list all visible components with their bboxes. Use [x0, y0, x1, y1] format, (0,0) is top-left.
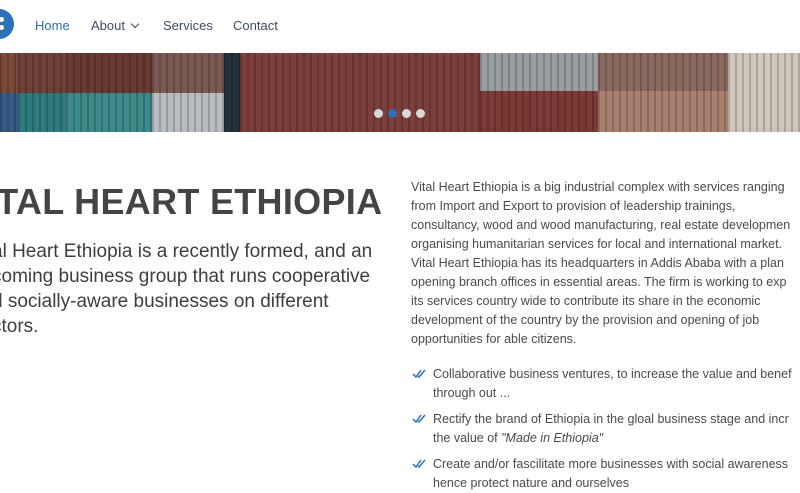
- double-check-icon: [412, 414, 426, 424]
- feature-text: Create and/or fascilitate more businesse…: [433, 457, 789, 471]
- nav-contact-link[interactable]: Contact: [233, 18, 278, 33]
- feature-text-line: the value of "Made in Ethiopia": [433, 429, 789, 448]
- container-image: [18, 93, 66, 132]
- nav-about-label: About: [91, 18, 125, 33]
- about-line: organising humanitarian services for loc…: [411, 237, 783, 251]
- nav-about-link[interactable]: About: [91, 18, 140, 33]
- logo-icon[interactable]: [0, 9, 14, 39]
- about-line: consultancy, wood and wood manufacturing…: [411, 218, 791, 232]
- feature-text: Rectify the brand of Ethiopia in the glo…: [433, 412, 789, 426]
- container-image: [0, 93, 18, 132]
- intro-lead: al Heart Ethiopia is a recently formed, …: [0, 239, 392, 339]
- top-navbar: Home About Services Contact: [0, 0, 800, 53]
- about-line: Vital Heart Ethiopia is a big industrial…: [411, 180, 785, 194]
- hero-slider[interactable]: [0, 53, 800, 132]
- container-image: [240, 53, 480, 132]
- feature-text: the value of: [433, 431, 502, 445]
- slider-dot-1[interactable]: [374, 109, 383, 118]
- intro-lead-line: coming business group that runs cooperat…: [0, 266, 371, 287]
- about-paragraph: Vital Heart Ethiopia is a big industrial…: [411, 178, 800, 349]
- container-image: [66, 93, 152, 132]
- intro-lead-line: al Heart Ethiopia is a recently formed, …: [0, 241, 373, 262]
- intro-lead-line: ctors.: [0, 316, 39, 337]
- nav-services-link[interactable]: Services: [163, 18, 213, 33]
- slider-dot-2[interactable]: [388, 109, 397, 118]
- feature-text: through out ...: [433, 386, 511, 400]
- feature-text: hence protect nature and ourselves: [433, 476, 629, 490]
- container-image: [480, 91, 598, 132]
- about-line: opportunities for able citizens.: [411, 332, 577, 346]
- about-line: its services country wide to contribute …: [411, 294, 761, 308]
- double-check-icon: [412, 459, 426, 469]
- page-title: ITAL HEART ETHIOPIA: [0, 181, 383, 222]
- slider-pagination: [374, 109, 425, 118]
- container-image: [598, 53, 728, 91]
- intro-lead-line: d socially-aware businesses on different: [0, 291, 329, 312]
- feature-text: Collaborative business ventures, to incr…: [433, 367, 792, 381]
- container-image: [224, 53, 240, 132]
- container-image: [0, 53, 18, 93]
- double-check-icon: [412, 369, 426, 379]
- slider-dot-3[interactable]: [402, 109, 411, 118]
- about-line: Vital Heart Ethiopia has its headquarter…: [411, 256, 784, 270]
- chevron-down-icon: [130, 19, 140, 29]
- container-image: [480, 53, 598, 91]
- container-image: [152, 93, 224, 132]
- slider-dot-4[interactable]: [416, 109, 425, 118]
- nav-home-link[interactable]: Home: [35, 18, 70, 33]
- container-image: [598, 91, 728, 132]
- about-line: opening branch offices in essential area…: [411, 275, 787, 289]
- about-line: from Import and Export to provision of l…: [411, 199, 736, 213]
- container-image: [728, 53, 800, 132]
- container-image: [152, 53, 224, 93]
- about-line: development of the country by the provis…: [411, 313, 760, 327]
- container-image: [18, 53, 66, 93]
- made-in-ethiopia-quote: "Made in Ethiopia": [501, 431, 604, 445]
- container-image: [66, 53, 152, 93]
